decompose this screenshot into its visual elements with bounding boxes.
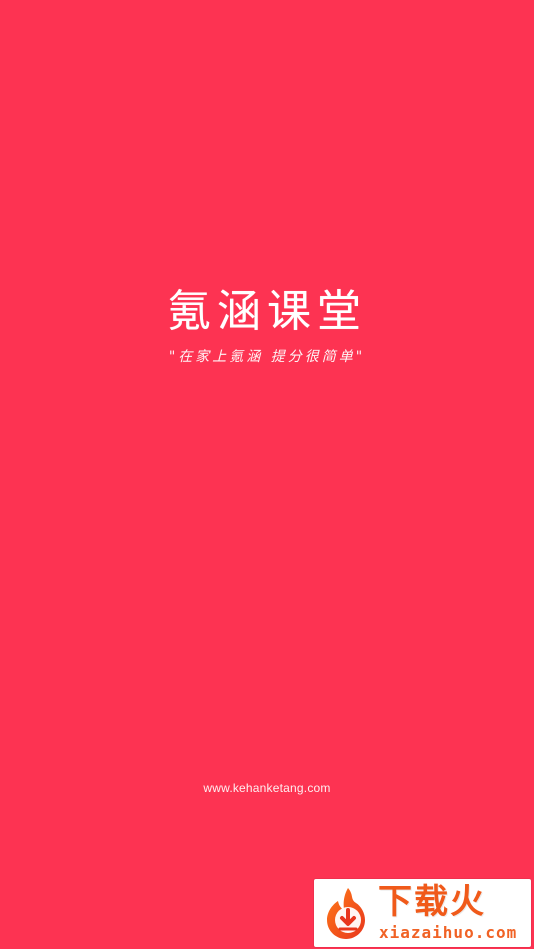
- watermark-title: 下载火: [378, 882, 486, 922]
- brand-block: 氪涵课堂 "在家上氪涵 提分很简单": [0, 286, 534, 366]
- flame-download-icon: [320, 885, 376, 941]
- website-url: www.kehanketang.com: [203, 781, 331, 795]
- brand-tagline: "在家上氪涵 提分很简单": [168, 349, 366, 365]
- brand-title: 氪涵课堂: [167, 286, 367, 337]
- watermark-domain: xiazaihuo.com: [379, 923, 518, 942]
- watermark: 下载火 xiazaihuo.com: [314, 879, 531, 947]
- splash-screen: 氪涵课堂 "在家上氪涵 提分很简单" www.kehanketang.com 下…: [0, 0, 534, 949]
